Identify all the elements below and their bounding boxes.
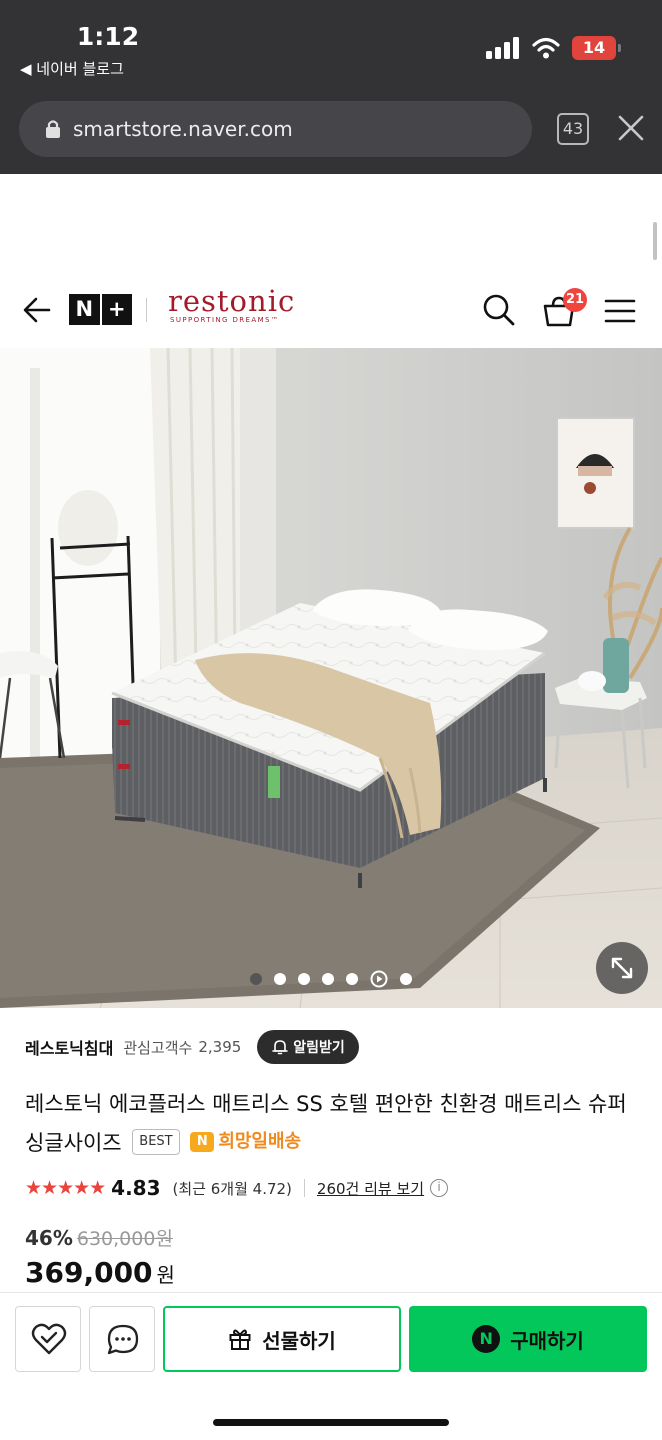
- chat-bubble-icon: [107, 1324, 139, 1355]
- menu-icon[interactable]: [604, 298, 636, 324]
- gift-label: 선물하기: [262, 1328, 336, 1353]
- alert-label: 알림받기: [293, 1040, 345, 1056]
- original-price: 630,000원: [76, 1228, 173, 1250]
- buy-button[interactable]: N 구매하기: [409, 1306, 647, 1372]
- product-title: 레스토닉 에코플러스 매트리스 SS 호텔 편안한 친환경 매트리스 슈퍼싱글사…: [25, 1085, 637, 1165]
- scroll-indicator: [653, 222, 657, 260]
- store-name[interactable]: 레스토닉침대: [25, 1035, 113, 1059]
- price-unit: 원: [156, 1263, 175, 1287]
- gallery-dot[interactable]: [346, 973, 358, 985]
- close-icon[interactable]: [616, 113, 646, 143]
- bed-photo: [0, 348, 662, 1008]
- browser-chrome: 1:12 ◀ 네이버 블로그 14 smartstore.naver.com 4…: [0, 0, 662, 174]
- search-icon[interactable]: [482, 293, 516, 327]
- video-play-icon[interactable]: [370, 970, 388, 988]
- gift-icon: [229, 1329, 251, 1350]
- signal-icon: [486, 37, 519, 59]
- wifi-icon: [532, 37, 560, 59]
- gallery-dot[interactable]: [298, 973, 310, 985]
- gallery-dot[interactable]: [274, 973, 286, 985]
- sale-price: 369,000: [25, 1256, 153, 1289]
- star-rating: ★★★★★: [25, 1177, 106, 1199]
- product-image[interactable]: [0, 348, 662, 1008]
- gallery-dot[interactable]: [250, 973, 262, 985]
- home-indicator: [213, 1419, 449, 1426]
- status-time: 1:12: [76, 22, 140, 51]
- expand-image-button[interactable]: [596, 942, 648, 994]
- delivery-truck-icon: N: [190, 1132, 215, 1152]
- price-row: 369,000 원: [25, 1256, 175, 1289]
- nplus-plus: +: [101, 294, 132, 325]
- gallery-dot[interactable]: [322, 973, 334, 985]
- expand-icon: [611, 957, 633, 979]
- recent-rating: (최근 6개월 4.72): [172, 1179, 292, 1198]
- fav-label: 관심고객수: [123, 1038, 193, 1057]
- lock-icon: [46, 120, 60, 138]
- delivery-label: 희망일배송: [218, 1131, 302, 1152]
- gallery-dot[interactable]: [400, 973, 412, 985]
- rating-value: 4.83: [111, 1176, 161, 1200]
- rating-divider: [303, 1179, 305, 1197]
- address-bar[interactable]: smartstore.naver.com: [19, 101, 532, 157]
- discount-row: 46% 630,000원: [25, 1224, 173, 1251]
- nplus-n: N: [69, 294, 100, 325]
- discount-rate: 46%: [25, 1225, 73, 1250]
- battery-indicator: 14: [572, 36, 621, 60]
- brand-logo[interactable]: restonic SUPPORTING DREAMS™: [168, 286, 300, 328]
- best-badge: BEST: [132, 1129, 180, 1155]
- buy-label: 구매하기: [510, 1328, 584, 1353]
- fav-count: 2,395: [198, 1038, 242, 1056]
- status-icons: 14: [486, 36, 621, 60]
- product-title-text: 레스토닉 에코플러스 매트리스 SS 호텔 편안한 친환경 매트리스 슈퍼싱글사…: [25, 1092, 627, 1155]
- nplus-store-logo[interactable]: N +: [69, 294, 132, 325]
- wishlist-button[interactable]: [15, 1306, 81, 1372]
- review-link[interactable]: 260건 리뷰 보기: [317, 1178, 424, 1199]
- alert-subscribe-button[interactable]: 알림받기: [257, 1030, 359, 1064]
- back-to-app-link[interactable]: ◀ 네이버 블로그: [20, 58, 124, 79]
- talk-button[interactable]: [89, 1306, 155, 1372]
- tabs-button[interactable]: 43: [557, 113, 589, 145]
- rating-row: ★★★★★ 4.83 (최근 6개월 4.72) 260건 리뷰 보기 i: [25, 1176, 449, 1200]
- delivery-badge[interactable]: N 희망일배송: [190, 1123, 301, 1161]
- cart-count-badge: 21: [563, 288, 587, 312]
- naver-pay-icon: N: [472, 1325, 501, 1353]
- url-text: smartstore.naver.com: [73, 117, 293, 141]
- heart-check-icon: [31, 1323, 67, 1355]
- gallery-pagination: [0, 970, 662, 988]
- gift-button[interactable]: 선물하기: [163, 1306, 401, 1372]
- brand-divider: [146, 298, 147, 322]
- bell-plus-icon: [272, 1040, 289, 1055]
- info-icon[interactable]: i: [430, 1179, 449, 1197]
- back-arrow-icon[interactable]: [22, 296, 52, 324]
- store-info-row: 레스토닉침대 관심고객수 2,395 알림받기: [25, 1030, 359, 1064]
- brand-logo-text: restonic: [168, 284, 296, 318]
